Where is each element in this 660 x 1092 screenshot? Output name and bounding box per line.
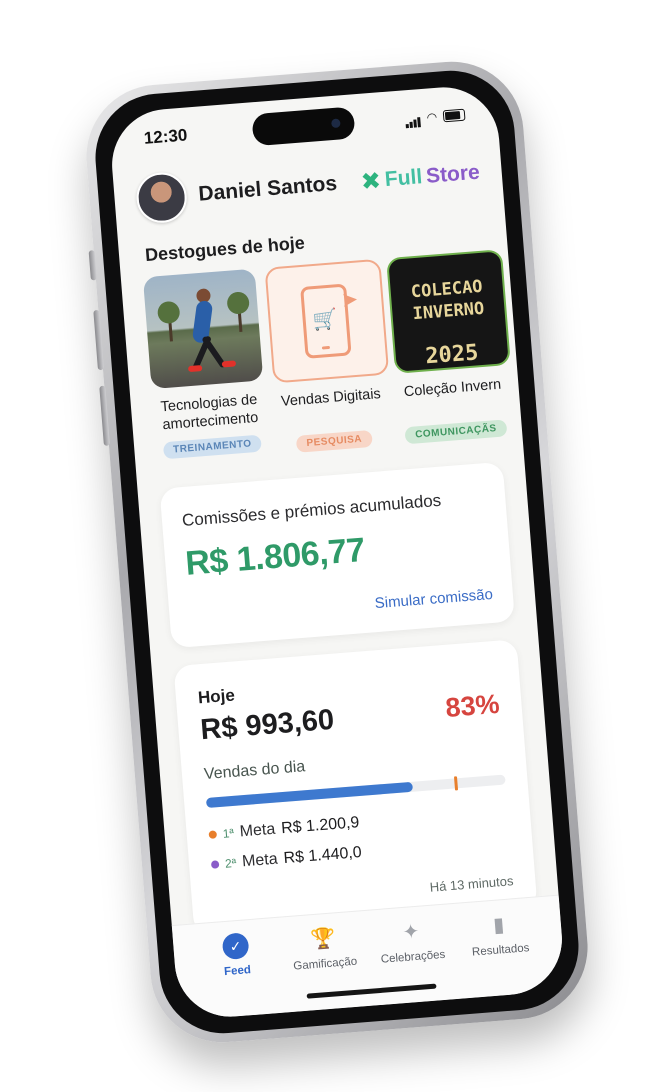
volume-down-button [99,385,110,446]
tab-resultados[interactable]: ▮ Resultados [458,909,544,998]
highlight-card[interactable]: 🛒 ➤ Vendas Digitais PESQUISA [264,258,390,454]
user-name: Daniel Santos [197,171,338,206]
today-card: Hoje R$ 993,60 83% Vendas do dia 1ª Meta… [173,639,538,936]
brand-logo: ✖ Full Store [360,158,481,196]
last-updated: Há 13 minutos [429,873,514,895]
sales-progress-fill [205,781,414,809]
meta-rank: 2ª [224,855,237,871]
avatar[interactable] [134,170,189,225]
status-time: 12:30 [143,125,189,148]
highlight-label: Vendas Digitais [280,386,382,410]
action-button [88,250,97,281]
commissions-card: Comissões e prémios acumulados R$ 1.806,… [159,461,515,649]
tab-label: Feed [223,964,252,979]
store-x-icon: ✖ [359,166,383,196]
highlight-label: Coleção Invern [403,376,502,401]
meta-value: R$ 1.440,0 [282,844,363,868]
brand-suffix: Store [425,160,481,188]
highlight-card[interactable]: COLECAO INVERNO 2025 Coleção Invern COMU… [386,249,512,445]
goal-marker [453,776,459,791]
commissions-title: Comissões e prémios acumulados [181,490,442,531]
commissions-value: R$ 1.806,77 [183,530,367,583]
meta-dot-icon [210,860,220,869]
app-screen: 12:30 ◠ Daniel Santos ✖ Full Store Desto… [107,83,567,1021]
meta-label: Meta [239,820,276,841]
goal-percentage: 83% [444,688,501,723]
today-subtitle: Vendas do dia [203,758,306,784]
highlight-tag: TREINAMENTO [162,434,263,460]
meta-dot-icon [208,830,218,839]
volume-up-button [93,309,104,371]
party-icon: ✦ [401,920,421,944]
meta-label: Meta [241,850,279,871]
highlight-tag: PESQUISA [295,429,373,453]
wifi-icon: ◠ [426,109,438,125]
tab-label: Resultados [471,942,530,959]
feed-icon: ✓ [221,932,250,961]
tab-gamificacao[interactable]: 🏆 Gamificação [282,923,368,1012]
meta-row-2: 2ª Meta R$ 1.440,0 [210,844,362,874]
phone-bezel: 12:30 ◠ Daniel Santos ✖ Full Store Desto… [90,65,584,1039]
today-sales-value: R$ 993,60 [199,703,336,747]
meta-value: R$ 1.200,9 [280,814,360,838]
battery-icon [442,108,466,123]
meta-row-1: 1ª Meta R$ 1.200,9 [208,814,360,844]
highlight-card[interactable]: Tecnologias de amortecimento TREINAMENTO [142,268,269,464]
stage: 12:30 ◠ Daniel Santos ✖ Full Store Desto… [0,0,660,1092]
highlight-label: Tecnologias de amortecimento [160,391,259,434]
cursor-icon: ➤ [340,288,359,312]
brand-prefix: Full [384,165,424,192]
collection-poster-year: 2025 [424,339,480,369]
highlight-tag: COMUNICAÇÃS [404,419,508,445]
highlights-carousel[interactable]: Tecnologias de amortecimento TREINAMENTO… [142,249,523,464]
chart-icon: ▮ [492,914,506,937]
collection-poster-text: COLECAO INVERNO [410,276,485,324]
today-label: Hoje [197,685,236,708]
collection-thumbnail: COLECAO INVERNO 2025 [386,249,511,374]
runner-thumbnail [142,268,264,390]
tab-label: Gamificação [292,955,358,973]
tab-feed[interactable]: ✓ Feed [195,930,281,1019]
phone-frame: 12:30 ◠ Daniel Santos ✖ Full Store Desto… [81,56,593,1048]
trophy-icon: 🏆 [310,927,337,952]
cart-icon: 🛒 [311,308,339,333]
collection-poster: COLECAO INVERNO 2025 [408,253,488,369]
header: Daniel Santos ✖ Full Store [134,145,482,228]
meta-rank: 1ª [222,825,235,841]
digital-sales-thumbnail: 🛒 ➤ [264,258,390,384]
simulate-commission-link[interactable]: Simular comissão [374,586,493,612]
tab-label: Celebrações [380,948,446,966]
signal-icon [404,109,421,129]
highlights-title: Destogues de hoje [144,232,306,266]
status-icons: ◠ [404,106,466,129]
